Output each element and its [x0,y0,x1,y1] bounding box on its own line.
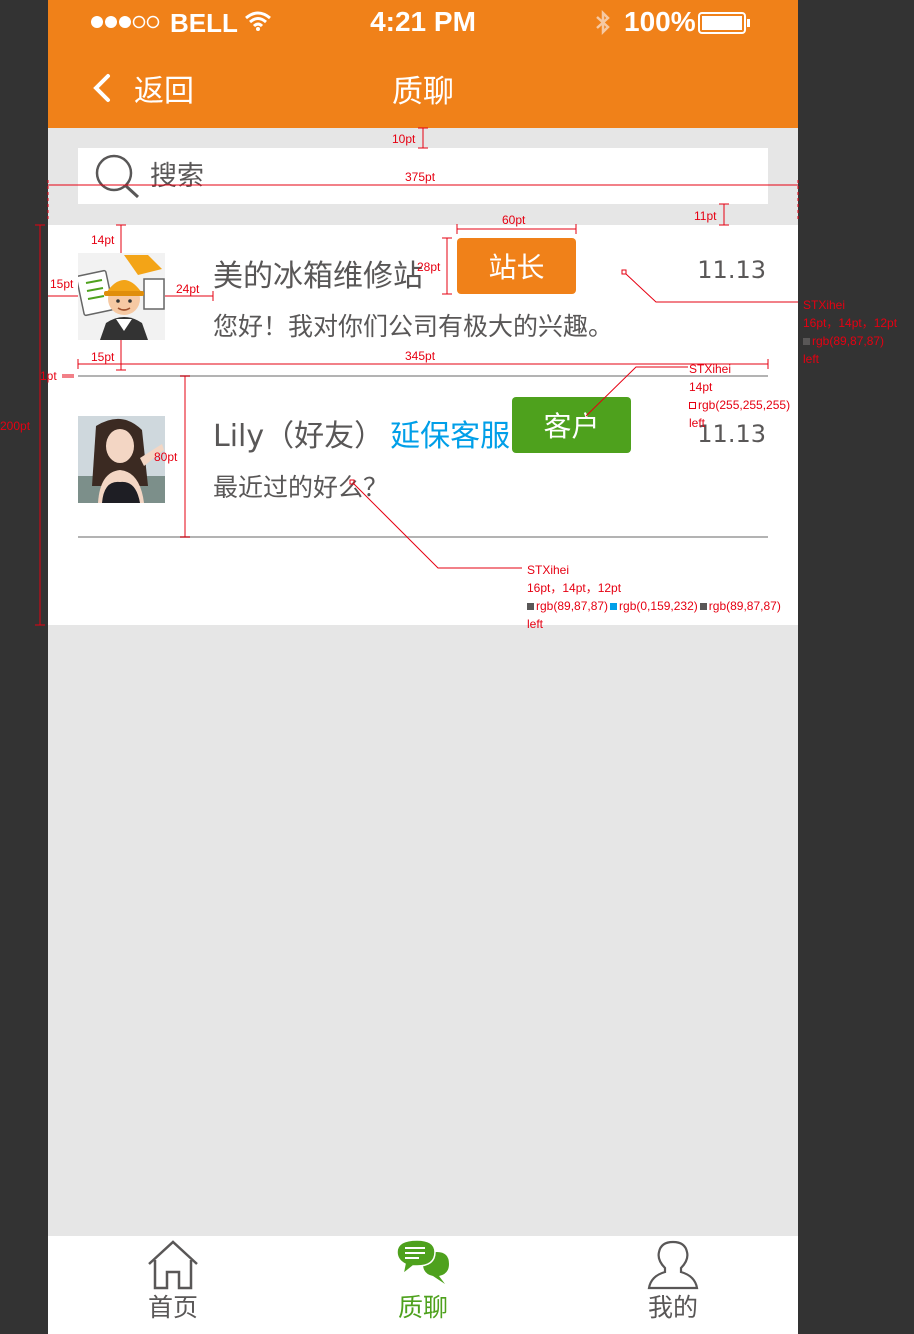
spec-size: 16pt，14pt，12pt [527,581,622,595]
spec-color-value: rgb(255,255,255) [698,398,791,412]
status-bar: BELL 4:21 PM 100% [48,0,798,46]
conversation-preview: 最近过的好么？ [213,473,389,502]
user-icon [647,1240,699,1290]
spec-label: 375pt [405,170,436,184]
spec-color: rgb(255,255,255) [689,396,790,414]
spec-color-value: rgb(89,87,87) [536,599,609,613]
contact-role: 延保客服 [390,419,511,454]
bluetooth-icon [596,9,610,36]
spec-label: 11pt [694,209,717,223]
tab-label: 质聊 [397,1293,448,1322]
avatar [78,416,165,503]
spec-label: 200pt [0,419,31,433]
spec-label: 15pt [91,350,115,364]
font-spec-2: STXihei 14pt rgb(255,255,255) left [689,360,790,432]
spec-color: rgb(89,87,87) rgb(0,159,232) rgb(89,87,87) [527,597,781,615]
list-divider [78,536,768,538]
spec-label: 10pt [392,132,416,146]
font-spec-3: STXihei 16pt，14pt，12pt rgb(89,87,87) rgb(… [527,561,781,633]
spec-align: left [689,416,706,430]
phone-screen: BELL 4:21 PM 100% 返回 质聊 搜索 美的冰箱维修站 站长 11… [48,0,798,1334]
spec-font: STXihei [803,298,846,312]
spec-label: 80pt [154,450,178,464]
spec-align: left [527,617,544,631]
spec-label: 28pt [417,260,441,274]
home-icon [148,1240,198,1290]
conversation-date: 11.13 [697,256,766,284]
spec-size: 16pt，14pt，12pt [803,316,898,330]
tab-label: 首页 [147,1293,198,1322]
spec-align: left [803,352,820,366]
tab-bar: 首页 质聊 我的 [48,1236,798,1334]
conversation-name: Lily（好友） 延保客服 [213,411,510,455]
role-badge: 客户 [512,397,631,453]
role-badge: 站长 [457,238,576,294]
contact-name: 美的冰箱维修站 [213,259,423,294]
contact-name: Lily（好友） [213,419,385,454]
spec-font: STXihei [527,563,570,577]
search-icon [95,154,140,199]
chat-icon [396,1239,449,1284]
repairman-avatar-icon [78,253,165,340]
spec-color-value: rgb(89,87,87) [708,599,781,613]
font-spec-1: STXihei 16pt，14pt，12pt rgb(89,87,87) lef… [803,296,897,368]
nav-bar: 返回 质聊 [48,46,798,128]
conversation-preview: 您好！我对你们公司有极大的兴趣。 [213,312,614,341]
tab-home[interactable]: 首页 [48,1236,298,1334]
spec-font: STXihei [689,362,732,376]
spec-label: 14pt [91,233,115,247]
avatar [78,253,165,340]
spec-label: 24pt [176,282,200,296]
spec-color-value: rgb(0,159,232) [619,599,698,613]
conversation-name: 美的冰箱维修站 [213,251,423,295]
spec-size: 14pt [689,380,713,394]
tab-me[interactable]: 我的 [548,1236,798,1334]
page-title: 质聊 [392,74,454,110]
battery-percent: 100% [624,6,696,37]
spec-color: rgb(89,87,87) [803,332,897,350]
battery-icon [698,12,750,34]
spec-label: 1pt [40,369,57,383]
tab-chat[interactable]: 质聊 [298,1236,548,1334]
spec-color-value: rgb(89,87,87) [812,334,885,348]
tab-label: 我的 [647,1293,698,1322]
spec-label: 15pt [50,277,74,291]
spec-label: 60pt [502,213,526,227]
user-photo-icon [78,416,165,503]
spec-label: 345pt [405,349,436,363]
